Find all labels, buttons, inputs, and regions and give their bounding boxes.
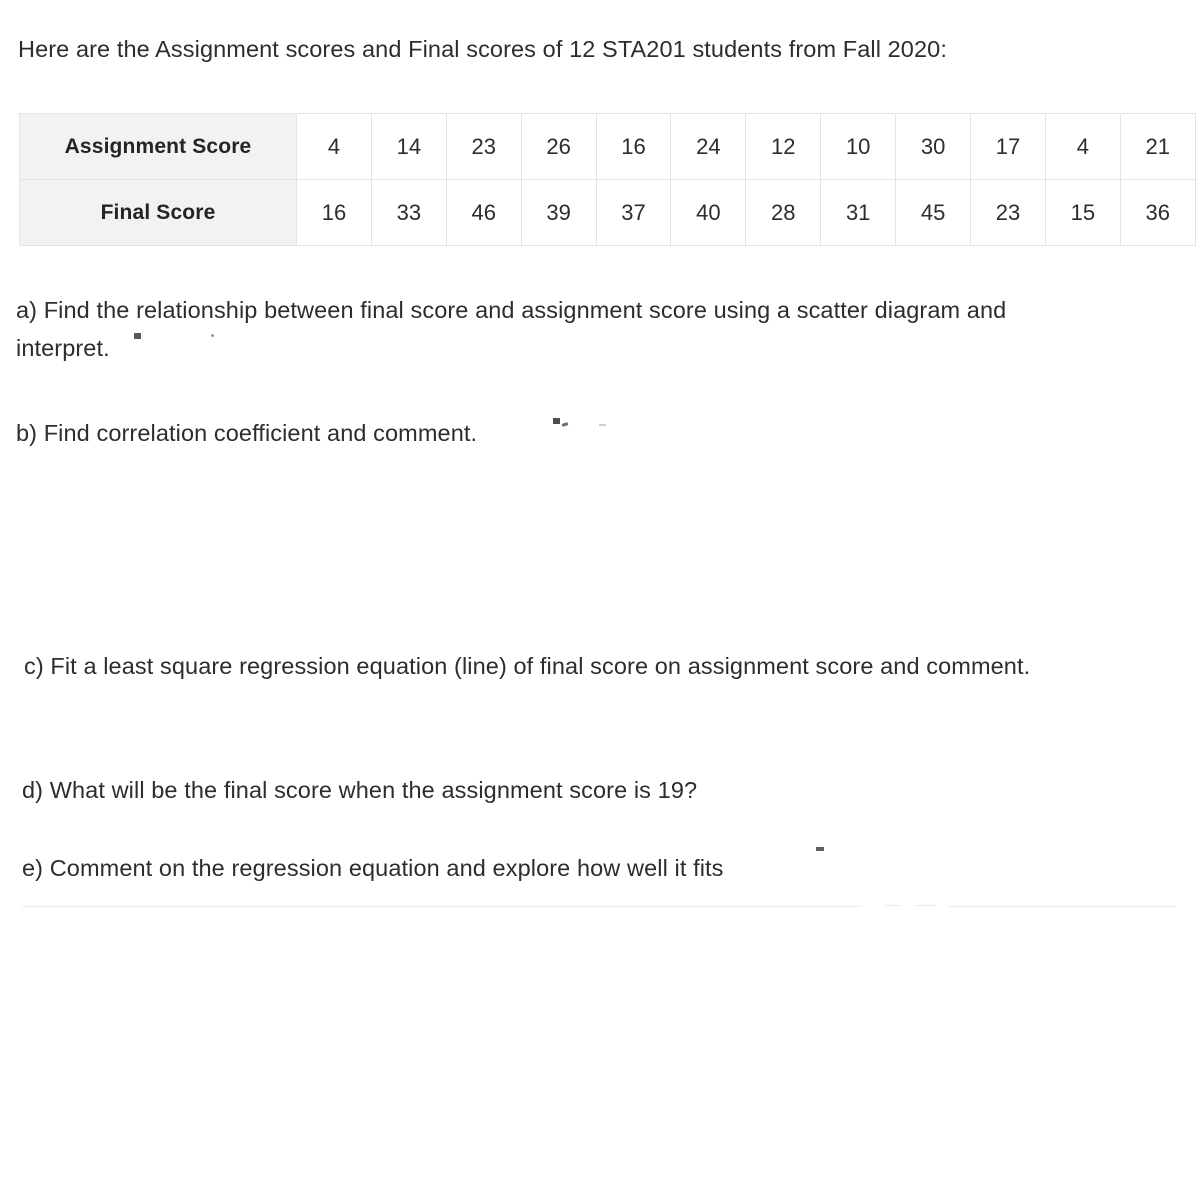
assignment-score-cell: 17: [970, 113, 1046, 180]
assignment-score-cell: 21: [1119, 113, 1196, 180]
row-header-final-score: Final Score: [19, 179, 297, 246]
final-score-cell: 31: [820, 179, 897, 246]
final-score-cell: 45: [895, 179, 972, 246]
document-page: Here are the Assignment scores and Final…: [0, 0, 1200, 1200]
assignment-score-cell: 23: [445, 113, 522, 180]
bottom-divider-segment: [22, 906, 862, 907]
assignment-score-cell: 30: [895, 113, 972, 180]
bottom-divider-segment: [914, 905, 936, 906]
final-score-cell: 16: [296, 179, 372, 246]
assignment-score-cell: 12: [745, 113, 822, 180]
question-e: e) Comment on the regression equation an…: [22, 855, 724, 881]
final-score-cell: 15: [1044, 179, 1121, 246]
final-score-cell: 40: [670, 179, 747, 246]
intro-text: Here are the Assignment scores and Final…: [18, 36, 947, 62]
final-score-cell: 37: [595, 179, 672, 246]
assignment-score-cell: 4: [1044, 113, 1121, 180]
assignment-score-cell: 16: [595, 113, 672, 180]
table-row-final: Final Score 16 33 46 39 37 40 28 31 45 2…: [19, 179, 1196, 246]
scan-artifact-mark: [561, 422, 569, 427]
table-row-assignment: Assignment Score 4 14 23 26 16 24 12 10 …: [19, 113, 1196, 180]
assignment-score-cell: 4: [296, 113, 372, 180]
assignment-score-cell: 24: [670, 113, 747, 180]
final-score-cell: 33: [370, 179, 447, 246]
assignment-score-cell: 10: [820, 113, 897, 180]
question-a: a) Find the relationship between final s…: [16, 291, 1176, 367]
question-b: b) Find correlation coefficient and comm…: [16, 420, 478, 446]
final-score-cell: 28: [745, 179, 822, 246]
question-d: d) What will be the final score when the…: [22, 777, 698, 803]
final-score-cell: 36: [1119, 179, 1196, 246]
final-score-cell: 46: [445, 179, 522, 246]
assignment-score-cell: 26: [520, 113, 597, 180]
final-score-cell: 39: [520, 179, 597, 246]
final-score-cell: 23: [970, 179, 1046, 246]
bottom-divider-segment: [948, 906, 1176, 907]
scan-artifact-dash: [816, 847, 824, 851]
scan-artifact-smudge: [599, 424, 606, 426]
question-c: c) Fit a least square regression equatio…: [24, 653, 1031, 679]
bottom-divider-segment: [884, 905, 902, 906]
row-header-assignment-score: Assignment Score: [19, 113, 297, 180]
scan-artifact-mark: [553, 418, 560, 424]
scores-table-container: Assignment Score 4 14 23 26 16 24 12 10 …: [19, 113, 1196, 246]
assignment-score-cell: 14: [370, 113, 447, 180]
scores-table: Assignment Score 4 14 23 26 16 24 12 10 …: [19, 113, 1196, 246]
question-a-line1: a) Find the relationship between final s…: [16, 297, 1007, 323]
question-a-line2: interpret.: [16, 335, 110, 361]
